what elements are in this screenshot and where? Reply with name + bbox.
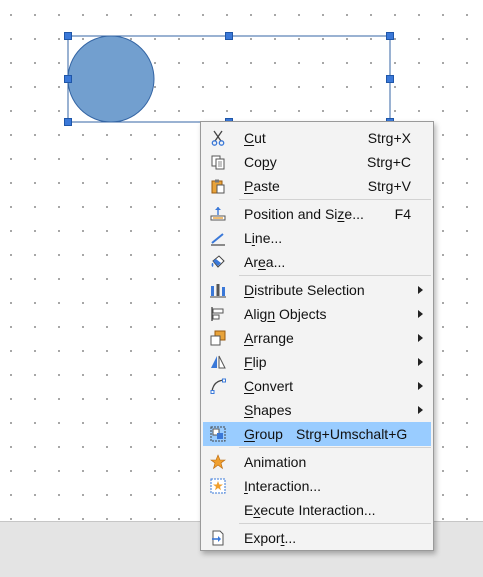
menu-separator	[239, 199, 431, 200]
menu-item-execute-interaction[interactable]: Execute Interaction...	[203, 498, 431, 522]
menu-item-label: Export...	[244, 530, 297, 546]
resize-handle-top-right[interactable]	[386, 32, 394, 40]
submenu-arrow-icon	[418, 382, 423, 390]
submenu-arrow-icon	[418, 286, 423, 294]
circle-shape[interactable]	[67, 35, 155, 123]
menu-item-interaction[interactable]: Interaction...	[203, 474, 431, 498]
menu-separator	[239, 523, 431, 524]
menu-item-label: Execute Interaction...	[244, 502, 376, 518]
menu-item-label: Line...	[244, 230, 283, 246]
menu-item-shortcut: F4	[394, 206, 411, 222]
menu-item-label: Group	[244, 426, 283, 442]
menu-item-label: Distribute Selection	[244, 282, 365, 298]
menu-item-shapes[interactable]: Shapes	[203, 398, 431, 422]
menu-item-line[interactable]: Line...	[203, 226, 431, 250]
menu-item-label: Copy	[244, 154, 277, 170]
resize-handle-top-middle[interactable]	[225, 32, 233, 40]
submenu-arrow-icon	[418, 334, 423, 342]
submenu-arrow-icon	[418, 310, 423, 318]
menu-item-label: Interaction...	[244, 478, 322, 494]
submenu-arrow-icon	[418, 406, 423, 414]
menu-separator	[239, 447, 431, 448]
resize-handle-top-left[interactable]	[64, 32, 72, 40]
menu-item-label: Arrange	[244, 330, 294, 346]
menu-item-distribute-selection[interactable]: Distribute Selection	[203, 278, 431, 302]
menu-item-shortcut: Strg+X	[367, 130, 411, 146]
group-icon	[209, 425, 227, 443]
menu-item-paste[interactable]: Paste Strg+V	[203, 174, 431, 198]
menu-item-arrange[interactable]: Arrange	[203, 326, 431, 350]
menu-item-label: Cut	[244, 130, 266, 146]
menu-item-animation[interactable]: Animation	[203, 450, 431, 474]
resize-handle-middle-right[interactable]	[386, 75, 394, 83]
flip-icon	[209, 353, 227, 371]
menu-item-area[interactable]: Area...	[203, 250, 431, 274]
scissors-icon	[209, 129, 227, 147]
position-size-icon	[209, 205, 227, 223]
arrange-icon	[209, 329, 227, 347]
menu-item-label: Animation	[244, 454, 307, 470]
distribute-icon	[209, 281, 227, 299]
line-style-icon	[209, 229, 227, 247]
menu-item-convert[interactable]: Convert	[203, 374, 431, 398]
submenu-arrow-icon	[418, 358, 423, 366]
menu-item-shortcut: Strg+C	[367, 154, 411, 170]
resize-handle-middle-left[interactable]	[64, 75, 72, 83]
convert-curve-icon	[209, 377, 227, 395]
menu-item-shortcut: Strg+Umschalt+G	[296, 426, 408, 442]
menu-item-label: Shapes	[244, 402, 292, 418]
menu-item-position-and-size[interactable]: Position and Size... F4	[203, 202, 431, 226]
menu-item-label: Flip	[244, 354, 267, 370]
resize-handle-bottom-left[interactable]	[64, 118, 72, 126]
menu-item-copy[interactable]: Copy Strg+C	[203, 150, 431, 174]
menu-separator	[239, 275, 431, 276]
menu-item-label: Position and Size...	[244, 206, 364, 222]
menu-item-flip[interactable]: Flip	[203, 350, 431, 374]
menu-item-label: Area...	[244, 254, 286, 270]
menu-item-cut[interactable]: Cut Strg+X	[203, 126, 431, 150]
menu-item-label: Convert	[244, 378, 294, 394]
menu-item-label: Align Objects	[244, 306, 327, 322]
menu-item-group[interactable]: Group Strg+Umschalt+G	[203, 422, 431, 446]
paint-bucket-icon	[209, 253, 227, 271]
menu-item-shortcut: Strg+V	[367, 178, 411, 194]
copy-icon	[209, 153, 227, 171]
menu-item-label: Paste	[244, 178, 280, 194]
align-icon	[209, 305, 227, 323]
menu-item-align-objects[interactable]: Align Objects	[203, 302, 431, 326]
export-icon	[209, 529, 227, 547]
interaction-icon	[209, 477, 227, 495]
menu-item-export[interactable]: Export...	[203, 526, 431, 550]
animation-star-icon	[209, 453, 227, 471]
context-menu: Cut Strg+X Copy Strg+C Paste Strg+V Position a…	[200, 121, 434, 551]
clipboard-icon	[209, 177, 227, 195]
